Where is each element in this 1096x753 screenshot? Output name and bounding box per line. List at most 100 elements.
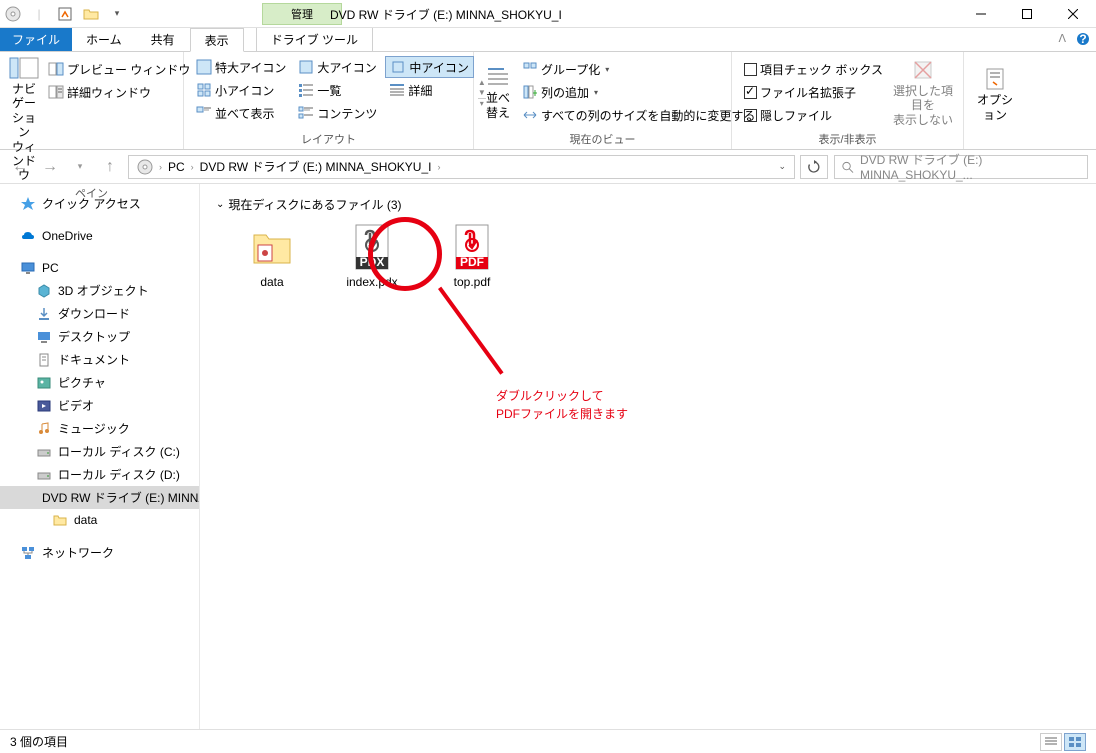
sidebar-disk-d[interactable]: ローカル ディスク (D:) (0, 463, 199, 486)
sidebar-disk-c[interactable]: ローカル ディスク (C:) (0, 440, 199, 463)
hide-selected-button[interactable]: 選択した項目を 表示しない (891, 56, 955, 129)
ribbon-group-layout: 特大アイコン 小アイコン 並べて表示 大アイコン 一覧 コンテンツ 中アイコン … (184, 52, 474, 149)
sidebar-network[interactable]: ネットワーク (0, 541, 199, 564)
breadcrumb-pc[interactable]: PC (164, 160, 189, 174)
item-checkboxes-toggle[interactable]: 項目チェック ボックス (740, 58, 887, 80)
address-dropdown-icon[interactable]: ⌄ (774, 161, 790, 172)
sidebar-3d-objects[interactable]: 3D オブジェクト (0, 279, 199, 302)
cloud-icon (20, 228, 36, 244)
preview-pane-button[interactable]: プレビュー ウィンドウ (44, 58, 194, 80)
main-area: クイック アクセス OneDrive PC 3D オブジェクト ダウンロード デ… (0, 184, 1096, 730)
disc-icon (2, 3, 24, 25)
icons-view-switch[interactable] (1064, 733, 1086, 751)
group-header-label: 現在ディスクにあるファイル (3) (228, 196, 401, 213)
sidebar-item-label: 3D オブジェクト (58, 282, 149, 299)
ribbon-group-options: オプション (964, 52, 1026, 149)
collapse-ribbon-icon[interactable]: ᐱ (1058, 32, 1066, 45)
search-box[interactable]: DVD RW ドライブ (E:) MINNA_SHOKYU_... (834, 155, 1088, 179)
group-by-button[interactable]: グループ化▾ (518, 58, 759, 80)
add-columns-button[interactable]: 列の追加▾ (518, 81, 759, 103)
refresh-button[interactable] (800, 155, 828, 179)
sidebar-dvd-drive[interactable]: DVD RW ドライブ (E:) MINNA_S (0, 486, 199, 509)
back-button[interactable]: ← (8, 155, 32, 179)
options-button[interactable]: オプション (972, 56, 1018, 133)
download-icon (36, 306, 52, 322)
sidebar-downloads[interactable]: ダウンロード (0, 302, 199, 325)
group-header[interactable]: ⌄ 現在ディスクにあるファイル (3) (216, 196, 1080, 213)
hidden-files-toggle[interactable]: 隠しファイル (740, 104, 887, 126)
star-icon (20, 196, 36, 212)
forward-button[interactable]: → (38, 155, 62, 179)
layout-group-label: レイアウト (192, 129, 465, 147)
chevron-right-icon[interactable]: › (191, 162, 194, 172)
file-item-data[interactable]: data (236, 223, 308, 289)
file-extensions-toggle[interactable]: ファイル名拡張子 (740, 81, 887, 103)
file-tab[interactable]: ファイル (0, 28, 72, 51)
details-pane-button[interactable]: 詳細ウィンドウ (44, 81, 194, 103)
qat-separator: | (28, 3, 50, 25)
home-tab[interactable]: ホーム (72, 28, 137, 51)
sidebar-item-label: ドキュメント (58, 351, 130, 368)
sidebar-music[interactable]: ミュージック (0, 417, 199, 440)
content-button[interactable]: コンテンツ (294, 102, 381, 124)
chevron-down-icon[interactable]: ⌄ (216, 199, 224, 210)
show-hide-group-label: 表示/非表示 (740, 129, 955, 147)
drive-icon (36, 467, 52, 483)
extra-large-icons-button[interactable]: 特大アイコン (192, 56, 290, 78)
ribbon-tabs: ファイル ホーム 共有 表示 ドライブ ツール ᐱ ? (0, 28, 1096, 52)
sidebar-pc[interactable]: PC (0, 257, 199, 279)
chevron-right-icon[interactable]: › (437, 162, 440, 172)
details-view-switch[interactable] (1040, 733, 1062, 751)
qat-dropdown-icon[interactable]: ▾ (106, 3, 128, 25)
files-row: data PDX index.pdx PDF top.pdf (216, 223, 1080, 289)
music-icon (36, 421, 52, 437)
large-icons-button[interactable]: 大アイコン (294, 56, 381, 78)
details-view-button[interactable]: 詳細 (385, 79, 473, 101)
sidebar-item-label: クイック アクセス (42, 195, 141, 212)
new-folder-icon[interactable] (80, 3, 102, 25)
sidebar-data-folder[interactable]: data (0, 509, 199, 531)
cube-icon (36, 283, 52, 299)
medium-icons-button[interactable]: 中アイコン (385, 56, 473, 78)
drive-tools-tab[interactable]: ドライブ ツール (256, 28, 373, 51)
file-list-area[interactable]: ⌄ 現在ディスクにあるファイル (3) data PDX index.pdx (200, 184, 1096, 730)
minimize-button[interactable] (958, 0, 1004, 28)
breadcrumb-root[interactable] (133, 159, 157, 175)
recent-dropdown[interactable]: ▾ (68, 155, 92, 179)
up-button[interactable]: ↑ (98, 155, 122, 179)
view-tab[interactable]: 表示 (190, 28, 244, 52)
annotation-circle (368, 217, 442, 291)
extra-large-label: 特大アイコン (215, 59, 286, 76)
sidebar-onedrive[interactable]: OneDrive (0, 225, 199, 247)
sidebar-pictures[interactable]: ピクチャ (0, 371, 199, 394)
file-label: top.pdf (454, 275, 491, 289)
close-button[interactable] (1050, 0, 1096, 28)
window-title: DVD RW ドライブ (E:) MINNA_SHOKYU_I (330, 6, 562, 23)
address-bar[interactable]: › PC › DVD RW ドライブ (E:) MINNA_SHOKYU_I ›… (128, 155, 795, 179)
sidebar-documents[interactable]: ドキュメント (0, 348, 199, 371)
sidebar-quick-access[interactable]: クイック アクセス (0, 192, 199, 215)
maximize-button[interactable] (1004, 0, 1050, 28)
view-switcher (1040, 733, 1086, 751)
file-label: data (260, 275, 283, 289)
sidebar-videos[interactable]: ビデオ (0, 394, 199, 417)
help-icon[interactable]: ? (1076, 32, 1090, 49)
list-button[interactable]: 一覧 (294, 79, 381, 101)
small-icons-button[interactable]: 小アイコン (192, 79, 290, 101)
properties-icon[interactable] (54, 3, 76, 25)
tiles-button[interactable]: 並べて表示 (192, 102, 290, 124)
sidebar-item-label: PC (42, 261, 59, 275)
sidebar-item-label: ネットワーク (42, 544, 114, 561)
large-icons-label: 大アイコン (317, 59, 376, 76)
ribbon-group-panes: ナビゲーション ウィンドウ プレビュー ウィンドウ 詳細ウィンドウ ペイン (0, 52, 184, 149)
breadcrumb-drive[interactable]: DVD RW ドライブ (E:) MINNA_SHOKYU_I (196, 158, 436, 175)
share-tab[interactable]: 共有 (137, 28, 190, 51)
search-placeholder: DVD RW ドライブ (E:) MINNA_SHOKYU_... (860, 151, 1081, 182)
folder-icon (248, 223, 296, 271)
size-all-columns-button[interactable]: すべての列のサイズを自動的に変更する (518, 104, 759, 126)
list-label: 一覧 (317, 82, 341, 99)
file-item-top[interactable]: PDF top.pdf (436, 223, 508, 289)
sidebar-desktop[interactable]: デスクトップ (0, 325, 199, 348)
chevron-right-icon[interactable]: › (159, 162, 162, 172)
sort-button[interactable]: 並べ替え (482, 56, 514, 129)
